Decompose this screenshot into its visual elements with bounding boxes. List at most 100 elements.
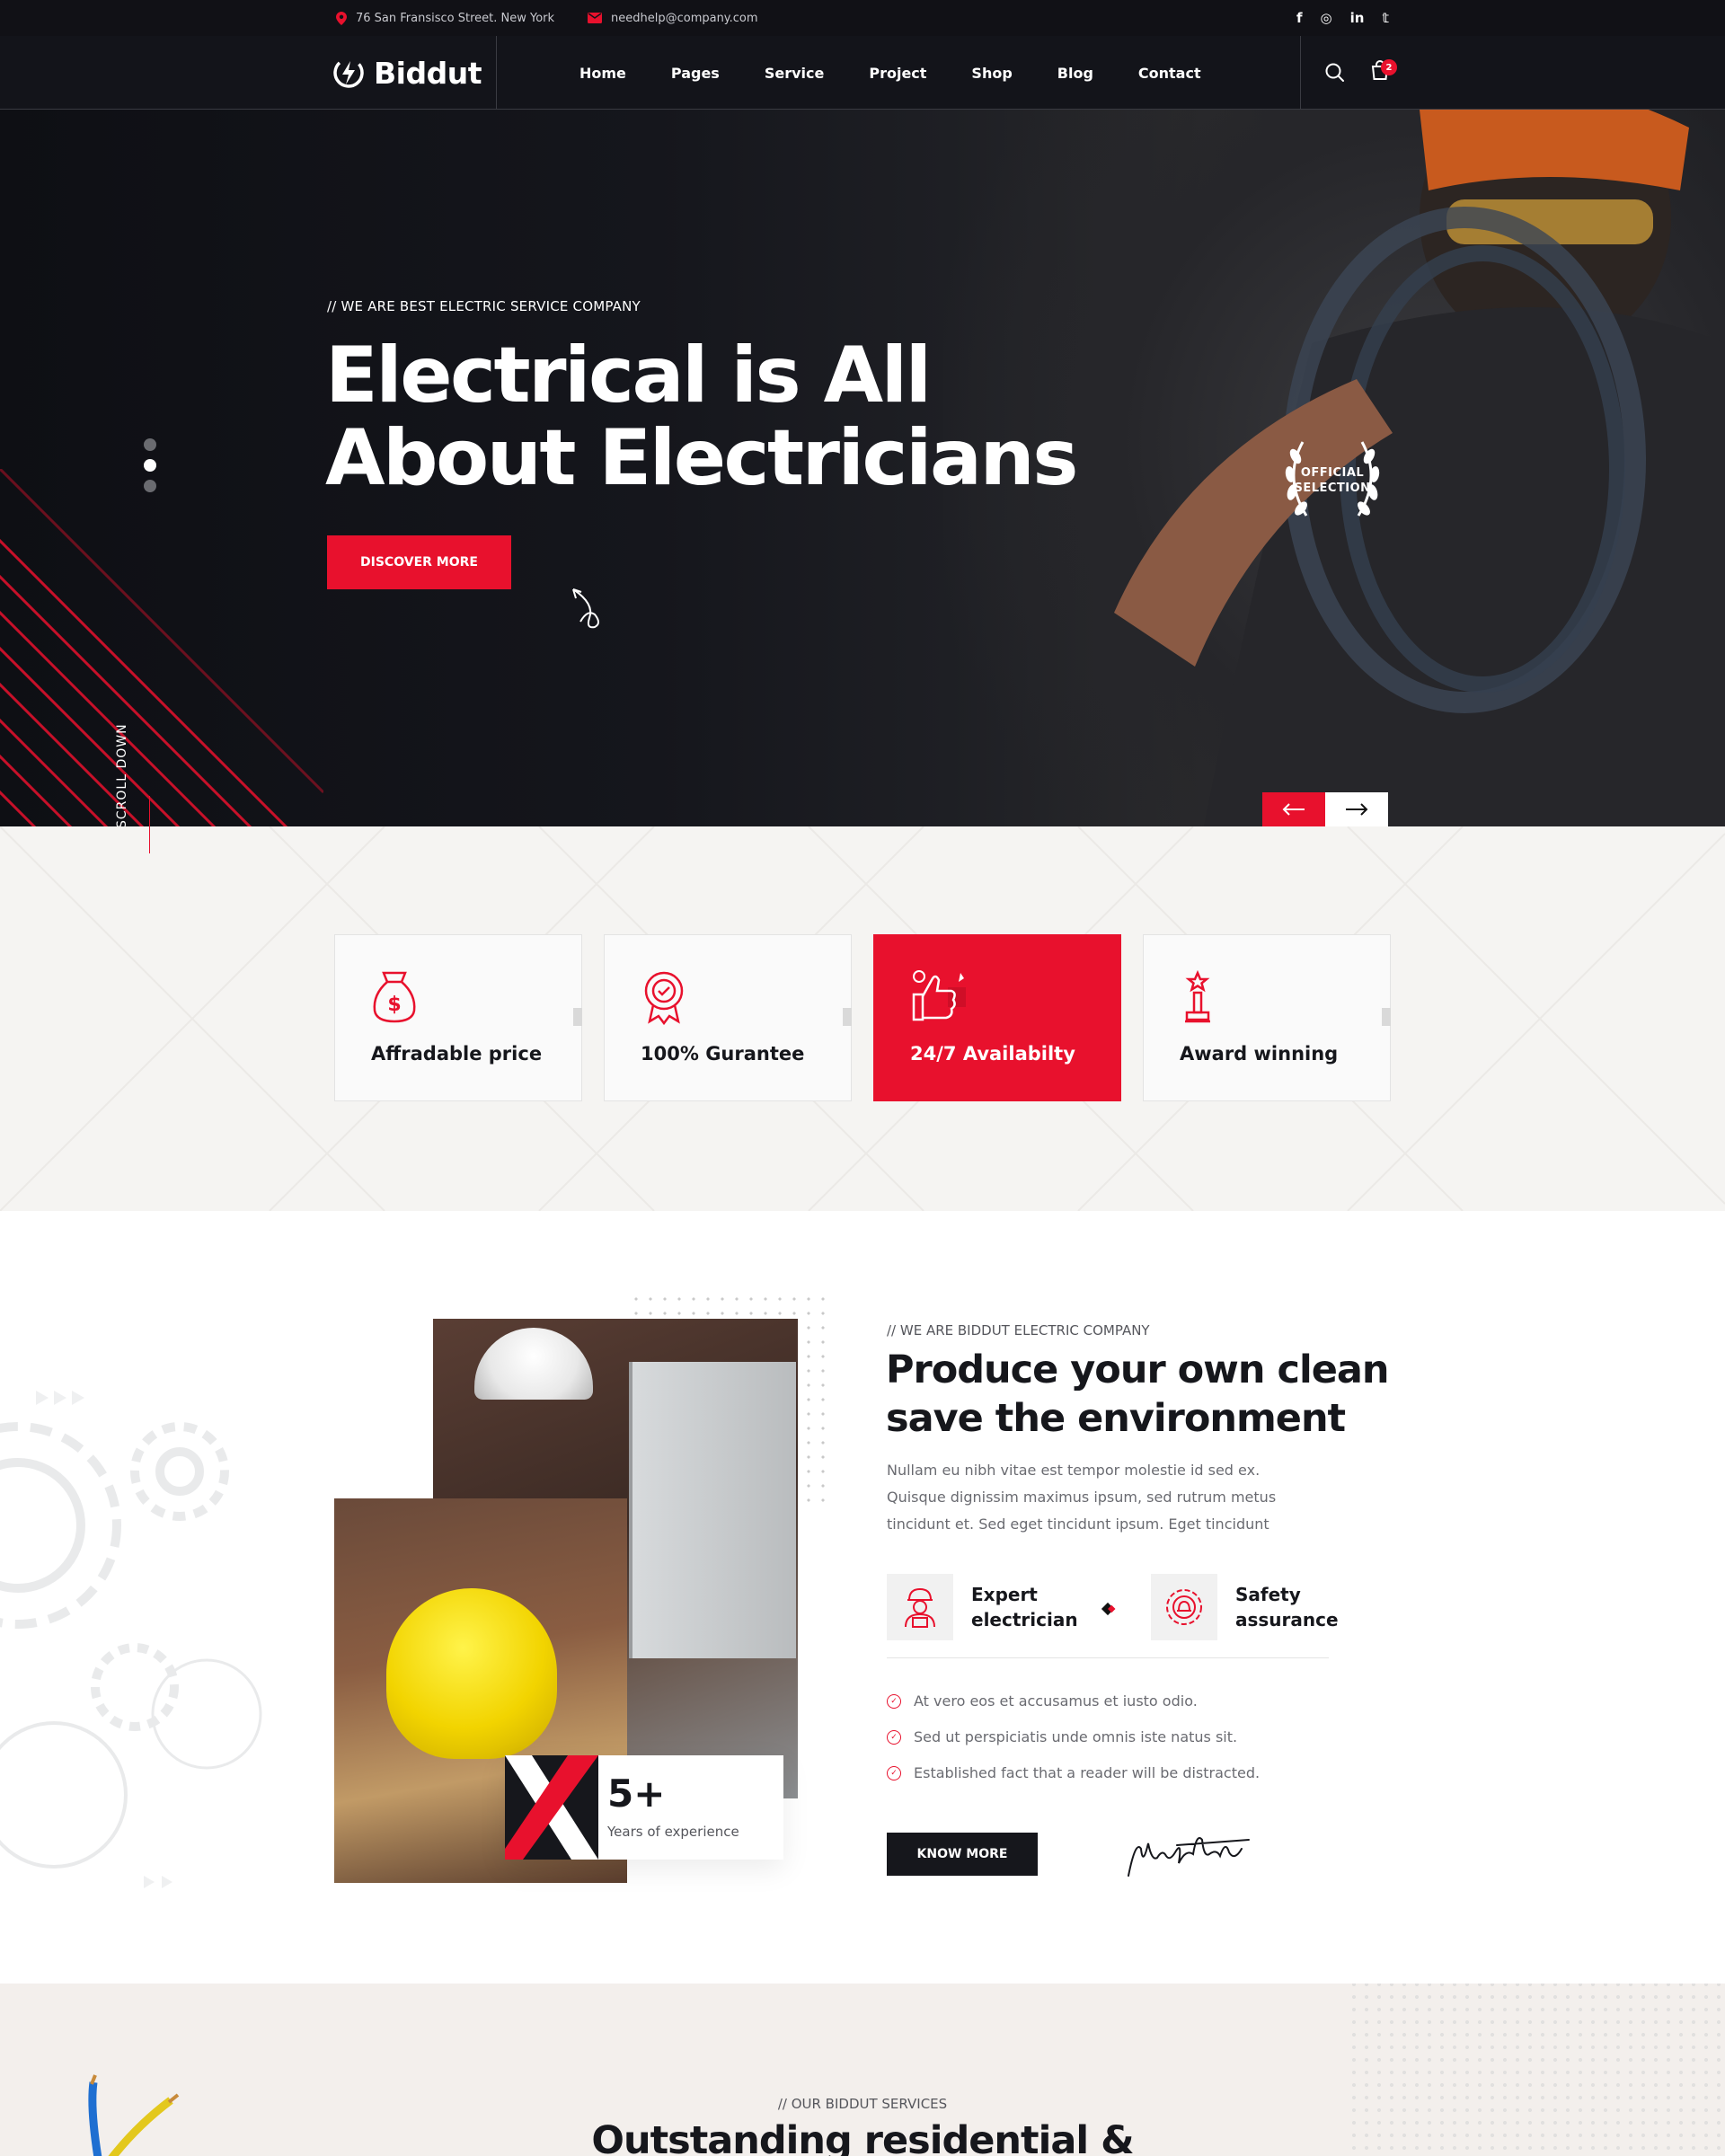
curly-arrow-icon (572, 588, 599, 629)
know-more-button[interactable]: KNOW MORE (887, 1833, 1038, 1876)
feature-label: Affradable price (371, 1043, 543, 1065)
services-title: Outstanding residential & (591, 2118, 1134, 2156)
svg-text:$: $ (387, 994, 401, 1016)
electric-panel-photo-part (629, 1362, 796, 1658)
instagram-icon[interactable]: ◎ (1320, 10, 1331, 26)
slider-dot-active[interactable] (144, 459, 156, 472)
yellow-hardhat-photo-part (386, 1588, 557, 1759)
feature-card-price[interactable]: $ Affradable price (334, 934, 582, 1101)
logo[interactable]: Biddut (332, 36, 482, 110)
safety-gear-icon (1151, 1574, 1217, 1640)
search-icon[interactable] (1324, 62, 1346, 84)
feature-label: Safety assurance (1235, 1582, 1343, 1632)
about-title: Produce your own clean save the environm… (886, 1348, 1390, 1441)
card-tab (843, 1008, 852, 1026)
feature-label-line1: Safety (1235, 1584, 1301, 1605)
card-tab (573, 1008, 582, 1026)
money-bag-icon: $ (373, 971, 416, 1023)
signature-image (1128, 1837, 1250, 1877)
hero-photo-figure (1114, 110, 1725, 826)
feature-card-availability[interactable]: 24/7 Availabilty (873, 934, 1121, 1101)
services-subtitle: // OUR BIDDUT SERVICES (777, 2096, 948, 2112)
hero-title-line2: About Electricians (325, 413, 1078, 503)
arrow-right-icon (1346, 803, 1368, 816)
address-info: 76 San Fransisco Street. New York (336, 0, 554, 36)
logo-text: Biddut (374, 55, 482, 91)
trophy-icon (1185, 969, 1210, 1023)
hero-slider-arrows (1262, 792, 1388, 826)
x-mark-icon (505, 1755, 598, 1860)
slider-dots (144, 438, 156, 492)
experience-label: Years of experience (607, 1824, 739, 1840)
discover-more-button[interactable]: DISCOVER MORE (327, 535, 511, 589)
nav-blog[interactable]: Blog (1035, 65, 1116, 82)
arrow-left-icon (1282, 803, 1305, 816)
feature-label: 24/7 Availabilty (910, 1043, 1075, 1065)
feature-label-line2: electrician (971, 1609, 1078, 1630)
award-badge-icon (644, 971, 684, 1025)
check-circle-icon: ✓ (887, 1729, 901, 1745)
facebook-icon[interactable]: f (1296, 10, 1303, 26)
feature-label: 100% Gurantee (641, 1043, 805, 1065)
social-links: f ◎ in 𝕥 (1296, 0, 1389, 36)
next-arrow-button[interactable] (1325, 792, 1388, 826)
divider (887, 1657, 1329, 1658)
address-text: 76 San Fransisco Street. New York (356, 11, 555, 25)
prev-arrow-button[interactable] (1262, 792, 1325, 826)
diamond-separator (1101, 1602, 1115, 1616)
nav-service[interactable]: Service (742, 65, 847, 82)
feature-label: Award winning (1180, 1043, 1339, 1065)
features-section: $ Affradable price 100% Gurantee 24/7 Av… (0, 826, 1725, 1211)
hero-title-line1: Electrical is All (325, 331, 932, 420)
card-tab (1382, 1008, 1391, 1026)
slider-dot[interactable] (144, 438, 156, 451)
x-logo-mark (505, 1755, 598, 1860)
lightning-logo-icon (333, 57, 364, 88)
checklist: ✓ At vero eos et accusamus et iusto odio.… (887, 1692, 1260, 1781)
checklist-text: Established fact that a reader will be d… (914, 1764, 1261, 1781)
scroll-down-label[interactable]: SCROLL DOWN (115, 723, 129, 826)
feature-label: Expert electrician (971, 1582, 1079, 1632)
divider (496, 36, 497, 110)
nav-contact[interactable]: Contact (1116, 65, 1224, 82)
feature-label-line2: assurance (1235, 1609, 1339, 1630)
experience-number: 5+ (607, 1772, 666, 1816)
check-circle-icon: ✓ (887, 1693, 901, 1709)
top-bar: 76 San Fransisco Street. New York needhe… (0, 0, 1725, 36)
scroll-indicator-line (149, 796, 150, 853)
thumbs-up-icon (912, 970, 966, 1021)
email-text[interactable]: needhelp@company.com (611, 12, 758, 25)
check-circle-icon: ✓ (887, 1765, 901, 1780)
hero-subtitle: // WE ARE BEST ELECTRIC SERVICE COMPANY (327, 298, 641, 314)
checklist-text: At vero eos et accusamus et iusto odio. (914, 1692, 1198, 1710)
twitter-icon[interactable]: 𝕥 (1382, 10, 1389, 26)
feature-safety-assurance: Safety assurance (1151, 1574, 1343, 1640)
experience-card: 5+ Years of experience (505, 1755, 783, 1860)
envelope-icon (588, 13, 602, 23)
email-info[interactable]: needhelp@company.com (588, 0, 758, 36)
gears-background-decor (0, 1391, 262, 1888)
checklist-item: ✓ Established fact that a reader will be … (887, 1764, 1260, 1781)
map-pin-icon (336, 11, 347, 25)
laurel-wreath-icon (1285, 441, 1380, 517)
hero-title: Electrical is All About Electricians (325, 334, 1080, 499)
hero-section: // WE ARE BEST ELECTRIC SERVICE COMPANY … (0, 110, 1725, 826)
nav-project[interactable]: Project (846, 65, 949, 82)
nav-shop[interactable]: Shop (949, 65, 1034, 82)
slider-dot[interactable] (144, 480, 156, 492)
main-header: Biddut Home Pages Service Project Shop B… (0, 36, 1725, 110)
feature-card-guarantee[interactable]: 100% Gurantee (604, 934, 852, 1101)
feature-label-line1: Expert (971, 1584, 1038, 1605)
about-text: Nullam eu nibh vitae est tempor molestie… (887, 1462, 1277, 1533)
linkedin-icon[interactable]: in (1350, 10, 1365, 26)
feature-card-award[interactable]: Award winning (1143, 934, 1391, 1101)
divider (1300, 36, 1301, 110)
electrician-worker-icon (887, 1574, 953, 1640)
nav-home[interactable]: Home (557, 65, 649, 82)
checklist-item: ✓ Sed ut perspiciatis unde omnis iste nat… (887, 1728, 1260, 1745)
cart-count-badge: 2 (1381, 59, 1397, 75)
checklist-item: ✓ At vero eos et accusamus et iusto odio. (887, 1692, 1260, 1710)
about-subtitle: // WE ARE BIDDUT ELECTRIC COMPANY (887, 1322, 1150, 1339)
feature-expert-electrician: Expert electrician (887, 1574, 1079, 1640)
nav-pages[interactable]: Pages (649, 65, 742, 82)
